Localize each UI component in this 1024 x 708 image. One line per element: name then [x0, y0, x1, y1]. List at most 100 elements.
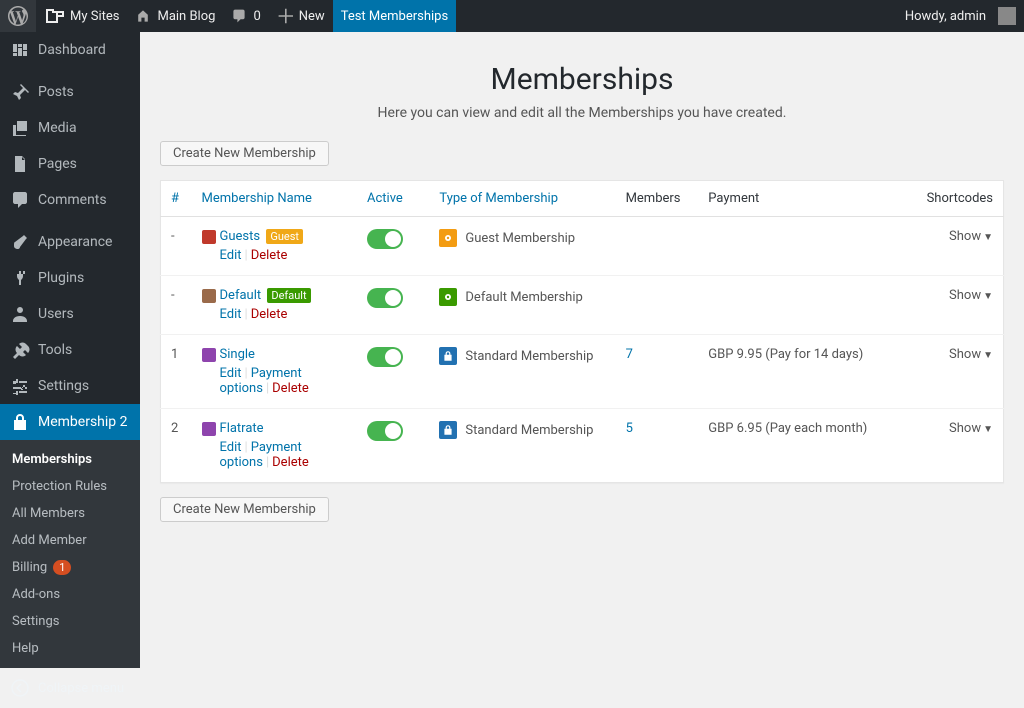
plug-icon — [10, 268, 30, 288]
sidebar-pages[interactable]: Pages — [0, 146, 140, 182]
row-actions: Edit|Payment options|Delete — [220, 366, 347, 396]
table-row: 2Flatrate Edit|Payment options|Delete Sta… — [161, 409, 1004, 483]
comment-icon — [10, 190, 30, 210]
edit-link[interactable]: Edit — [220, 440, 242, 455]
users-icon — [10, 304, 30, 324]
delete-link[interactable]: Delete — [272, 455, 309, 470]
members-link[interactable]: 5 — [626, 421, 633, 436]
row-payment — [698, 217, 905, 276]
sidebar-media[interactable]: Media — [0, 110, 140, 146]
sidebar-membership2[interactable]: Membership 2 — [0, 404, 140, 440]
row-payment: GBP 6.95 (Pay each month) — [698, 409, 905, 483]
page-subtitle: Here you can view and edit all the Membe… — [160, 105, 1004, 121]
submenu-memberships[interactable]: Memberships — [0, 446, 140, 473]
pin-icon — [10, 82, 30, 102]
sidebar-users[interactable]: Users — [0, 296, 140, 332]
media-icon — [10, 118, 30, 138]
row-members — [616, 217, 699, 276]
row-type: Guest Membership — [429, 217, 615, 276]
submenu-settings[interactable]: Settings — [0, 608, 140, 635]
col-name[interactable]: Membership Name — [192, 181, 357, 217]
row-shortcodes: Show▼ — [905, 276, 1003, 335]
caret-down-icon: ▼ — [983, 291, 993, 302]
submenu-help[interactable]: Help — [0, 635, 140, 662]
row-num: 1 — [161, 335, 192, 409]
row-name-cell: Guests Guest Edit|Delete — [192, 217, 357, 276]
membership-name-link[interactable]: Default — [220, 288, 262, 303]
type-label: Standard Membership — [465, 423, 593, 438]
caret-down-icon: ▼ — [983, 424, 993, 435]
sidebar-dashboard[interactable]: Dashboard — [0, 32, 140, 68]
type-icon — [439, 421, 457, 439]
lock-icon — [10, 412, 30, 432]
sidebar-plugins[interactable]: Plugins — [0, 260, 140, 296]
col-active[interactable]: Active — [357, 181, 429, 217]
type-icon — [439, 288, 457, 306]
active-toggle[interactable] — [367, 421, 403, 441]
delete-link[interactable]: Delete — [251, 307, 288, 322]
delete-link[interactable]: Delete — [251, 248, 288, 263]
sidebar-tools[interactable]: Tools — [0, 332, 140, 368]
row-type: Default Membership — [429, 276, 615, 335]
my-sites-link[interactable]: My Sites — [36, 0, 127, 32]
type-label: Default Membership — [465, 290, 582, 305]
submenu-addmember[interactable]: Add Member — [0, 527, 140, 554]
row-name-cell: Single Edit|Payment options|Delete — [192, 335, 357, 409]
sidebar-appearance[interactable]: Appearance — [0, 224, 140, 260]
show-button[interactable]: Show▼ — [949, 229, 993, 244]
membership-name-link[interactable]: Flatrate — [220, 421, 264, 436]
test-memberships-link[interactable]: Test Memberships — [333, 0, 457, 32]
show-button[interactable]: Show▼ — [949, 288, 993, 303]
edit-link[interactable]: Edit — [220, 307, 242, 322]
billing-count-badge: 1 — [53, 560, 71, 575]
edit-link[interactable]: Edit — [220, 366, 242, 381]
row-num: 2 — [161, 409, 192, 483]
membership-name-link[interactable]: Single — [220, 347, 255, 362]
show-button[interactable]: Show▼ — [949, 421, 993, 436]
color-swatch — [202, 289, 216, 303]
submenu-billing[interactable]: Billing 1 — [0, 554, 140, 581]
create-membership-button-bottom[interactable]: Create New Membership — [160, 497, 329, 522]
type-icon — [439, 229, 457, 247]
submenu-addons[interactable]: Add-ons — [0, 581, 140, 608]
row-members — [616, 276, 699, 335]
active-toggle[interactable] — [367, 347, 403, 367]
membership-submenu: Memberships Protection Rules All Members… — [0, 440, 140, 668]
sidebar-settings[interactable]: Settings — [0, 368, 140, 404]
default-badge: Default — [267, 288, 310, 303]
main-blog-link[interactable]: Main Blog — [127, 0, 223, 32]
members-link[interactable]: 7 — [626, 347, 633, 362]
submenu-protection[interactable]: Protection Rules — [0, 473, 140, 500]
guest-badge: Guest — [266, 229, 303, 244]
sidebar-comments[interactable]: Comments — [0, 182, 140, 218]
row-type: Standard Membership — [429, 335, 615, 409]
col-shortcodes: Shortcodes — [905, 181, 1003, 217]
wp-logo[interactable] — [0, 0, 36, 32]
type-icon — [439, 347, 457, 365]
new-link[interactable]: New — [269, 0, 333, 32]
active-toggle[interactable] — [367, 288, 403, 308]
show-button[interactable]: Show▼ — [949, 347, 993, 362]
col-num[interactable]: # — [161, 181, 192, 217]
table-row: 1Single Edit|Payment options|DeleteStand… — [161, 335, 1004, 409]
row-members: 5 — [616, 409, 699, 483]
submenu-allmembers[interactable]: All Members — [0, 500, 140, 527]
row-actions: Edit|Delete — [220, 248, 347, 263]
edit-link[interactable]: Edit — [220, 248, 242, 263]
row-active — [357, 335, 429, 409]
comments-link[interactable]: 0 — [223, 0, 268, 32]
sidebar-posts[interactable]: Posts — [0, 74, 140, 110]
membership-name-link[interactable]: Guests — [220, 229, 261, 244]
type-label: Guest Membership — [465, 231, 575, 246]
col-type[interactable]: Type of Membership — [429, 181, 615, 217]
active-toggle[interactable] — [367, 229, 403, 249]
create-membership-button-top[interactable]: Create New Membership — [160, 141, 329, 166]
caret-down-icon: ▼ — [983, 350, 993, 361]
table-row: - Guests Guest Edit|Delete Guest Membership… — [161, 217, 1004, 276]
row-name-cell: Flatrate Edit|Payment options|Delete — [192, 409, 357, 483]
howdy-account[interactable]: Howdy, admin — [897, 0, 1024, 32]
row-active — [357, 276, 429, 335]
collapse-menu[interactable]: Collapse menu — [0, 668, 140, 708]
delete-link[interactable]: Delete — [272, 381, 309, 396]
row-num: - — [161, 217, 192, 276]
